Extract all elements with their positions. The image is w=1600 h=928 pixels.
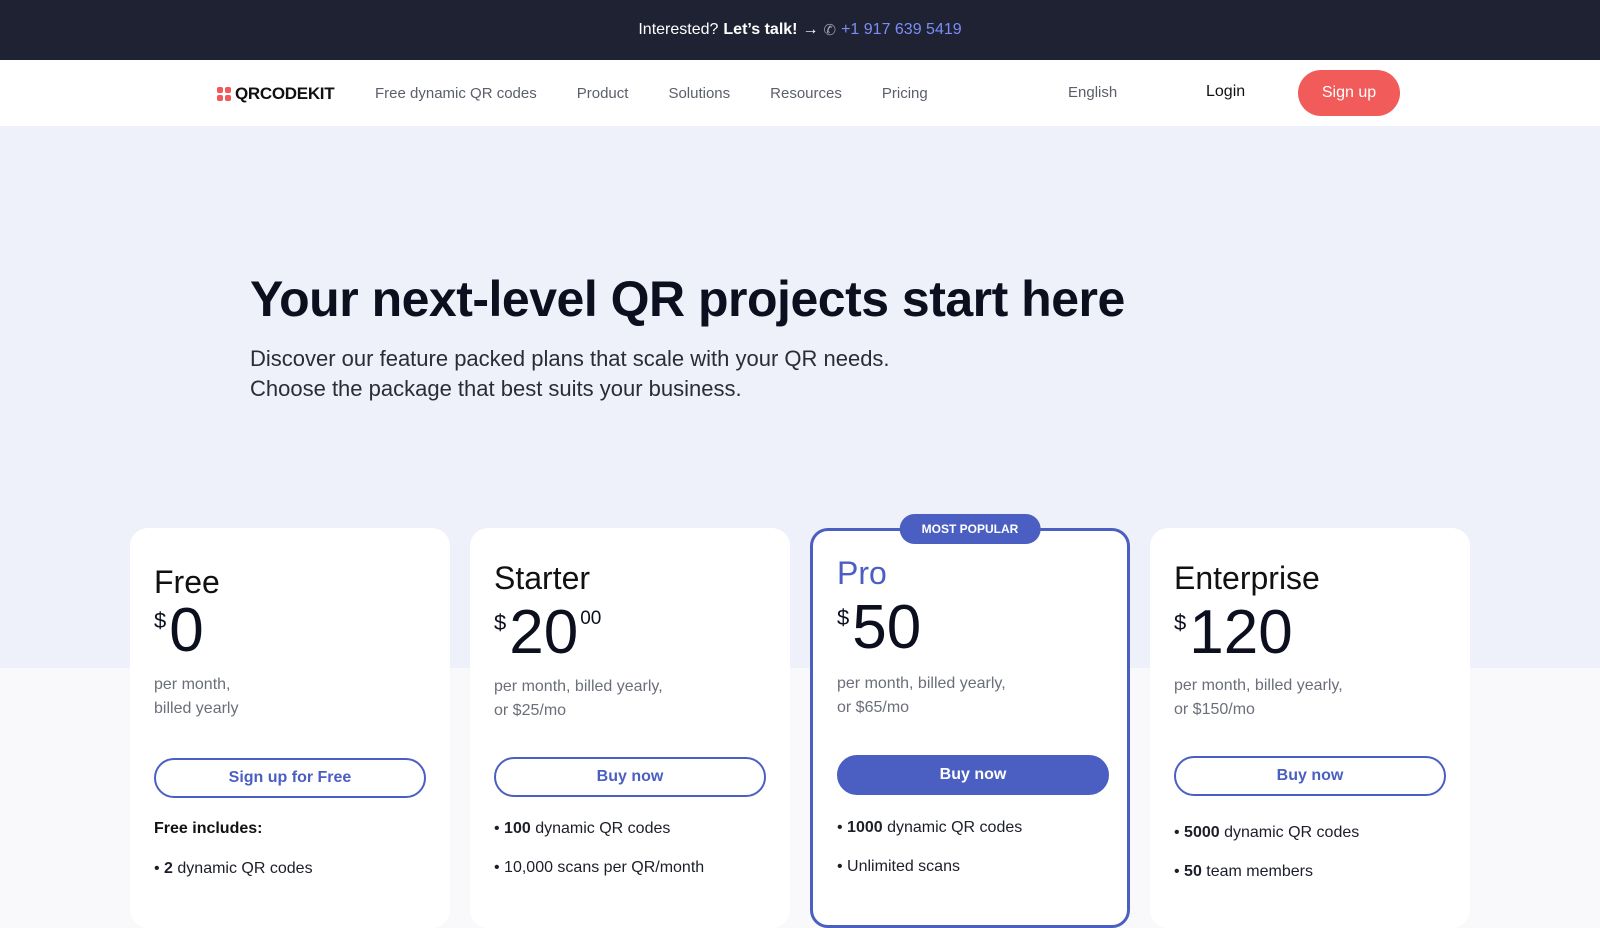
plan-card-pro: MOST POPULAR Pro $ 50 per month, billed … <box>810 514 1130 928</box>
nav-link-resources[interactable]: Resources <box>770 85 842 102</box>
login-link[interactable]: Login <box>1206 83 1245 101</box>
list-item: 5000 dynamic QR codes <box>1174 824 1359 863</box>
nav-link-pricing[interactable]: Pricing <box>882 85 928 102</box>
logo-mark-icon <box>217 87 231 101</box>
arrow-icon: → <box>802 21 819 38</box>
logo-text: QRCODEKIT <box>235 84 335 103</box>
plan-name: Starter <box>494 560 591 596</box>
plan-billing: per month, billed yearly <box>154 673 238 721</box>
phone-icon: ✆ <box>823 22 837 39</box>
includes-label: Free includes: <box>154 820 263 837</box>
plan-card-enterprise: Enterprise $ 120 per month, billed yearl… <box>1150 528 1470 928</box>
hero-subtitle-line-2: Choose the package that best suits your … <box>250 376 742 401</box>
price-amount: 20 <box>509 598 579 667</box>
nav-link-product[interactable]: Product <box>577 85 629 102</box>
billing-line-1: per month, <box>154 676 231 693</box>
billing-line-2: or $25/mo <box>494 702 567 719</box>
logo[interactable]: QRCODEKIT <box>217 84 335 104</box>
price-currency: $ <box>1174 610 1187 635</box>
nav-link-solutions[interactable]: Solutions <box>668 85 730 102</box>
billing-line-1: per month, billed yearly, <box>494 678 663 695</box>
language-selector[interactable]: English <box>1068 84 1117 101</box>
billing-line-1: per month, billed yearly, <box>1174 677 1343 694</box>
plan-price: $ 120 <box>1174 602 1293 664</box>
hero-title: Your next-level QR projects start here <box>250 271 1125 327</box>
price-amount: 120 <box>1189 598 1293 667</box>
nav-links: Free dynamic QR codes Product Solutions … <box>375 60 928 126</box>
phone-link[interactable]: +1 917 639 5419 <box>841 21 962 39</box>
plan-billing: per month, billed yearly, or $25/mo <box>494 675 663 723</box>
price-amount: 50 <box>852 593 922 662</box>
nav-link-free-dynamic-qr[interactable]: Free dynamic QR codes <box>375 85 537 102</box>
plan-billing: per month, billed yearly, or $65/mo <box>837 672 1006 720</box>
price-currency: $ <box>494 610 507 635</box>
buy-now-button[interactable]: Buy now <box>494 757 766 797</box>
list-item: Unlimited scans <box>837 858 1022 897</box>
billing-line-2: billed yearly <box>154 700 239 717</box>
signup-button[interactable]: Sign up <box>1298 70 1400 116</box>
buy-now-button[interactable]: Buy now <box>1174 756 1446 796</box>
list-item: 10,000 scans per QR/month <box>494 859 704 898</box>
signup-free-button[interactable]: Sign up for Free <box>154 758 426 798</box>
price-currency: $ <box>837 605 850 630</box>
plan-price: $ 50 <box>837 597 921 659</box>
feature-list: 5000 dynamic QR codes 50 team members <box>1174 824 1359 902</box>
price-currency: $ <box>154 608 167 633</box>
plan-card-free: Free $ 0 per month, billed yearly Sign u… <box>130 528 450 928</box>
plan-billing: per month, billed yearly, or $150/mo <box>1174 674 1343 722</box>
announcement-bold: Let’s talk! <box>723 21 798 38</box>
buy-now-button[interactable]: Buy now <box>837 755 1109 795</box>
plan-price: $ 0 <box>154 600 204 662</box>
billing-line-1: per month, billed yearly, <box>837 675 1006 692</box>
list-item: 50 team members <box>1174 863 1359 902</box>
main-nav: QRCODEKIT Free dynamic QR codes Product … <box>0 60 1600 126</box>
plan-price: $ 20 00 <box>494 602 601 664</box>
most-popular-badge: MOST POPULAR <box>899 514 1041 544</box>
price-cents: 00 <box>580 608 602 629</box>
announcement-prefix: Interested? <box>638 21 719 38</box>
hero-subtitle: Discover our feature packed plans that s… <box>250 344 890 404</box>
plan-card-starter: Starter $ 20 00 per month, billed yearly… <box>470 528 790 928</box>
hero-subtitle-line-1: Discover our feature packed plans that s… <box>250 346 890 371</box>
list-item: 100 dynamic QR codes <box>494 820 704 859</box>
billing-line-2: or $65/mo <box>837 699 910 716</box>
feature-list: 100 dynamic QR codes 10,000 scans per QR… <box>494 820 704 898</box>
plan-name: Pro <box>837 555 887 591</box>
announcement-bar: Interested? Let’s talk! → ✆ +1 917 639 5… <box>0 0 1600 60</box>
billing-line-2: or $150/mo <box>1174 701 1255 718</box>
plan-name: Enterprise <box>1174 560 1320 596</box>
price-amount: 0 <box>169 596 204 665</box>
feature-list: 2 dynamic QR codes <box>154 860 313 899</box>
list-item: 1000 dynamic QR codes <box>837 819 1022 858</box>
feature-list: 1000 dynamic QR codes Unlimited scans <box>837 819 1022 897</box>
list-item: 2 dynamic QR codes <box>154 860 313 899</box>
